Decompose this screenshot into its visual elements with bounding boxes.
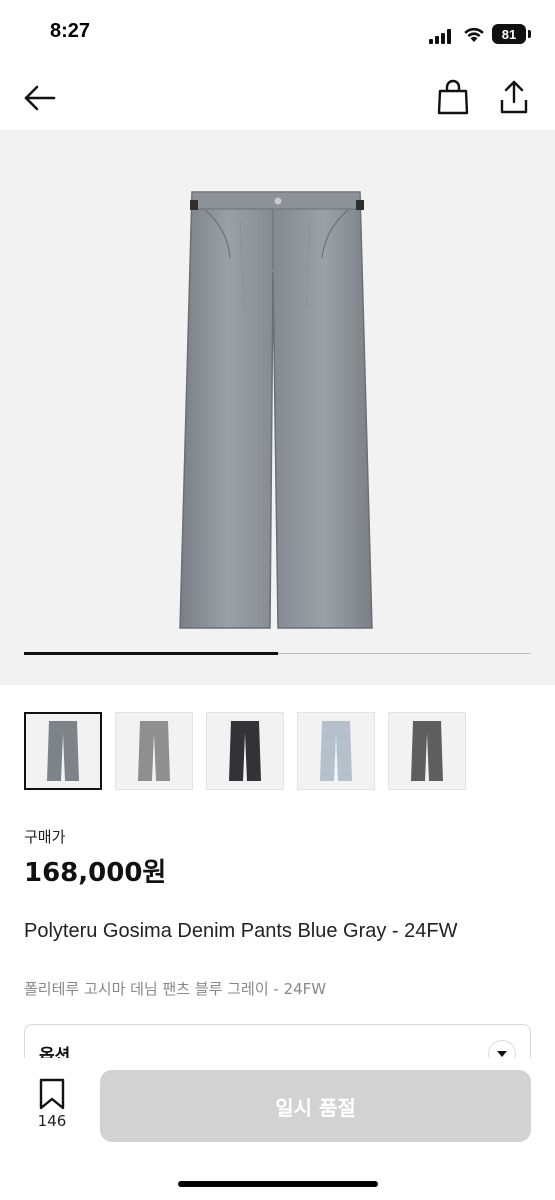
thumbnail-jeans-icon <box>320 721 352 781</box>
bookmark-icon <box>39 1078 65 1110</box>
thumbnail-jeans-icon <box>47 721 79 781</box>
product-thumbnail[interactable] <box>388 712 466 790</box>
price-value: 168,000원 <box>24 858 167 888</box>
status-time: 8:27 <box>50 20 91 42</box>
home-indicator <box>178 1181 378 1187</box>
product-thumbnail[interactable] <box>206 712 284 790</box>
sold-out-button[interactable]: 일시 품절 <box>100 1070 531 1142</box>
product-image[interactable] <box>0 130 555 685</box>
thumbnail-jeans-icon <box>411 721 443 781</box>
share-icon[interactable] <box>494 76 534 118</box>
wifi-icon <box>464 27 484 42</box>
wishlist-count: 146 <box>37 1112 67 1130</box>
battery-icon: 81 <box>492 24 526 44</box>
sold-out-label: 일시 품절 <box>275 1095 356 1120</box>
product-thumbnail[interactable] <box>297 712 375 790</box>
thumbnail-jeans-icon <box>229 721 261 781</box>
product-title-korean: 폴리테루 고시마 데님 팬츠 블루 그레이 - 24FW <box>24 980 327 998</box>
product-title-english: Polyteru Gosima Denim Pants Blue Gray - … <box>24 920 458 942</box>
thumbnail-jeans-icon <box>138 721 170 781</box>
jeans-illustration <box>179 191 373 629</box>
shopping-bag-icon[interactable] <box>434 78 472 118</box>
battery-level: 81 <box>501 26 517 42</box>
back-arrow-icon[interactable] <box>20 80 60 116</box>
battery-tip <box>528 30 531 38</box>
product-thumbnail[interactable] <box>24 712 102 790</box>
signal-icon <box>429 29 451 44</box>
product-thumbnail[interactable] <box>115 712 193 790</box>
wishlist-button[interactable]: 146 <box>28 1078 76 1138</box>
image-progress-fill <box>24 652 278 655</box>
price-label: 구매가 <box>24 828 66 846</box>
